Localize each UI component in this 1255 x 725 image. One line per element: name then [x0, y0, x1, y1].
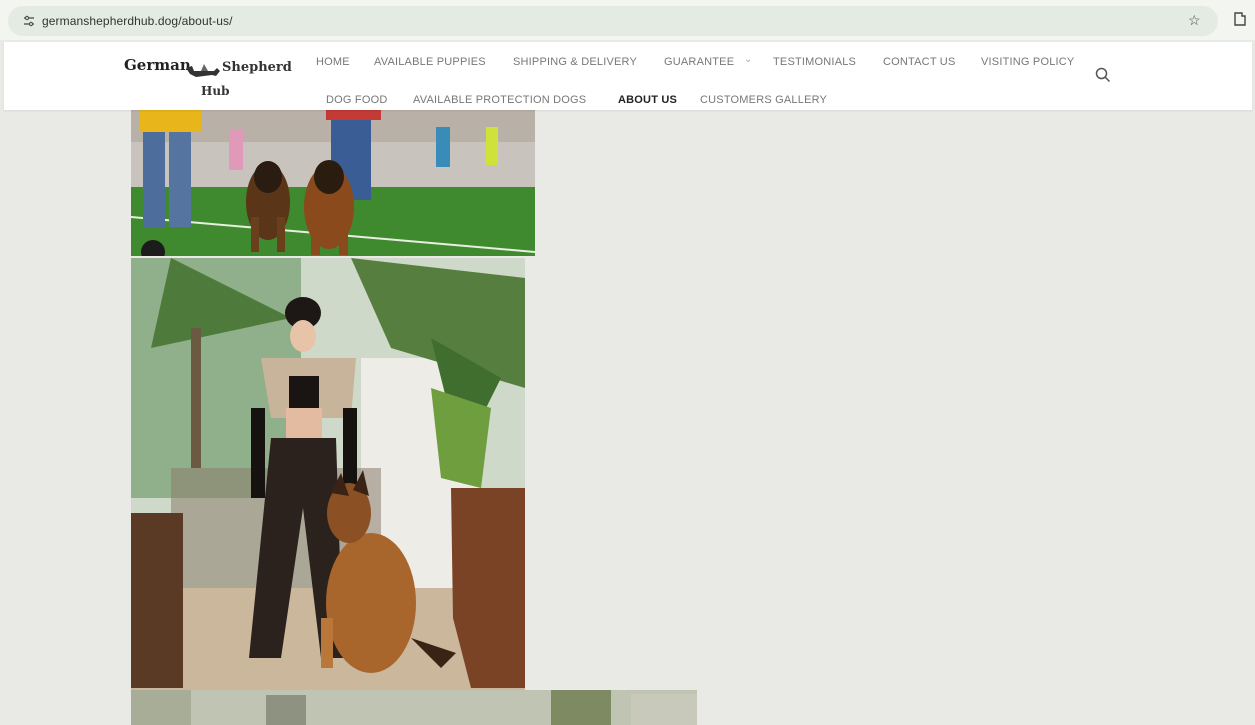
photo-garden-partial	[131, 690, 697, 725]
search-icon[interactable]	[1094, 66, 1112, 84]
nav-visiting-policy[interactable]: VISITING POLICY	[981, 56, 1074, 68]
bookmark-star-icon[interactable]: ☆	[1188, 12, 1201, 29]
extensions-icon[interactable]	[1232, 10, 1248, 28]
nav-shipping-delivery[interactable]: SHIPPING & DELIVERY	[513, 56, 637, 68]
nav-home[interactable]: HOME	[316, 56, 350, 68]
photo-woman-with-dog	[131, 258, 525, 690]
url-text[interactable]: germanshepherdhub.dog/about-us/	[42, 14, 233, 28]
logo-word-hub: Hub	[201, 84, 230, 98]
nav-available-protection-dogs[interactable]: AVAILABLE PROTECTION DOGS	[413, 94, 586, 106]
nav-available-puppies[interactable]: AVAILABLE PUPPIES	[374, 56, 486, 68]
nav-dog-food[interactable]: DOG FOOD	[326, 94, 388, 106]
logo-dog-icon	[186, 64, 220, 77]
logo-word-shepherd: Shepherd	[222, 60, 292, 75]
guarantee-dropdown-chevron-icon[interactable]: ⌄	[744, 54, 753, 65]
nav-guarantee[interactable]: GUARANTEE	[664, 56, 734, 68]
site-logo[interactable]: German Shepherd Hub	[124, 54, 294, 102]
nav-contact-us[interactable]: CONTACT US	[883, 56, 956, 68]
nav-about-us[interactable]: ABOUT US	[618, 94, 677, 106]
site-header: German Shepherd Hub HOME AVAILABLE PUPPI…	[4, 42, 1252, 110]
logo-word-german: German	[124, 56, 191, 74]
nav-testimonials[interactable]: TESTIMONIALS	[773, 56, 856, 68]
nav-customers-gallery[interactable]: CUSTOMERS GALLERY	[700, 94, 827, 106]
address-bar[interactable]: germanshepherdhub.dog/about-us/	[8, 6, 1218, 36]
browser-toolbar: germanshepherdhub.dog/about-us/ ☆	[0, 0, 1255, 40]
site-info-icon[interactable]	[22, 15, 36, 27]
